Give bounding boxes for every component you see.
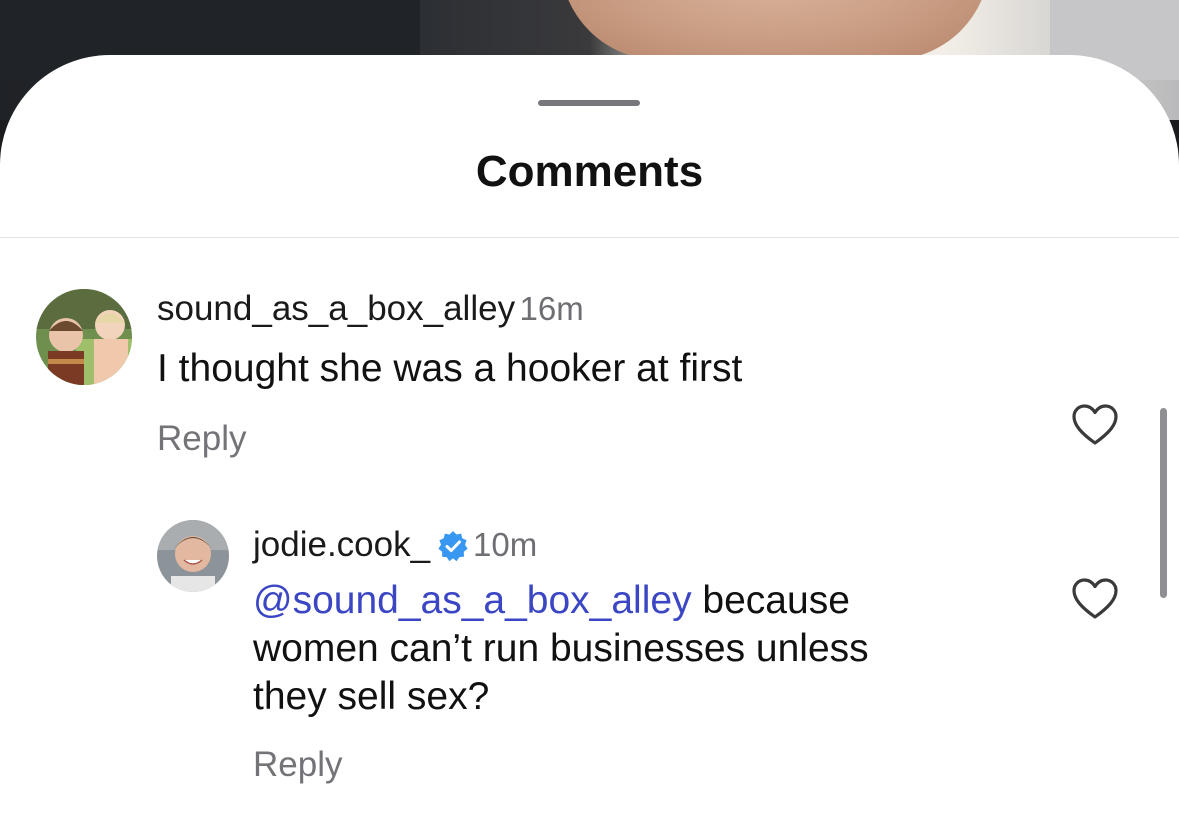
avatar[interactable] <box>157 520 229 592</box>
reply-timestamp: 10m <box>472 526 538 563</box>
heart-outline-icon[interactable] <box>1071 403 1119 447</box>
reply-text-line: they sell sex? <box>253 675 490 718</box>
comments-sheet: Comments sound_as_a_box_alley 16m I thou… <box>0 55 1179 819</box>
reply-button[interactable]: Reply <box>157 419 246 459</box>
comment-username[interactable]: sound_as_a_box_alley <box>157 289 515 328</box>
header-divider <box>0 237 1179 238</box>
sheet-title: Comments <box>475 147 704 196</box>
backdrop-person <box>560 0 990 60</box>
sheet-grabber[interactable] <box>538 100 640 106</box>
reply-button[interactable]: Reply <box>253 745 342 785</box>
avatar-photo <box>36 289 132 385</box>
comment-timestamp: 16m <box>519 290 584 327</box>
comment-header: sound_as_a_box_alley 16m <box>157 289 584 329</box>
heart-outline-icon[interactable] <box>1071 577 1119 621</box>
reply-text: @sound_as_a_box_alley because women can’… <box>253 577 869 721</box>
reply-text-segment: because <box>691 579 850 622</box>
reply-text-line: @sound_as_a_box_alley because <box>253 577 869 625</box>
comment-text: I thought she was a hooker at first <box>157 347 743 390</box>
avatar[interactable] <box>36 289 132 385</box>
verified-badge-icon <box>437 531 468 562</box>
scrollbar[interactable] <box>1160 408 1167 598</box>
mention-link[interactable]: @sound_as_a_box_alley <box>253 579 692 622</box>
reply-header: jodie.cook_ 10m <box>253 525 537 565</box>
reply-text-line: women can’t run businesses unless <box>253 627 869 670</box>
avatar-photo <box>157 520 229 592</box>
reply-username[interactable]: jodie.cook_ <box>253 525 430 564</box>
